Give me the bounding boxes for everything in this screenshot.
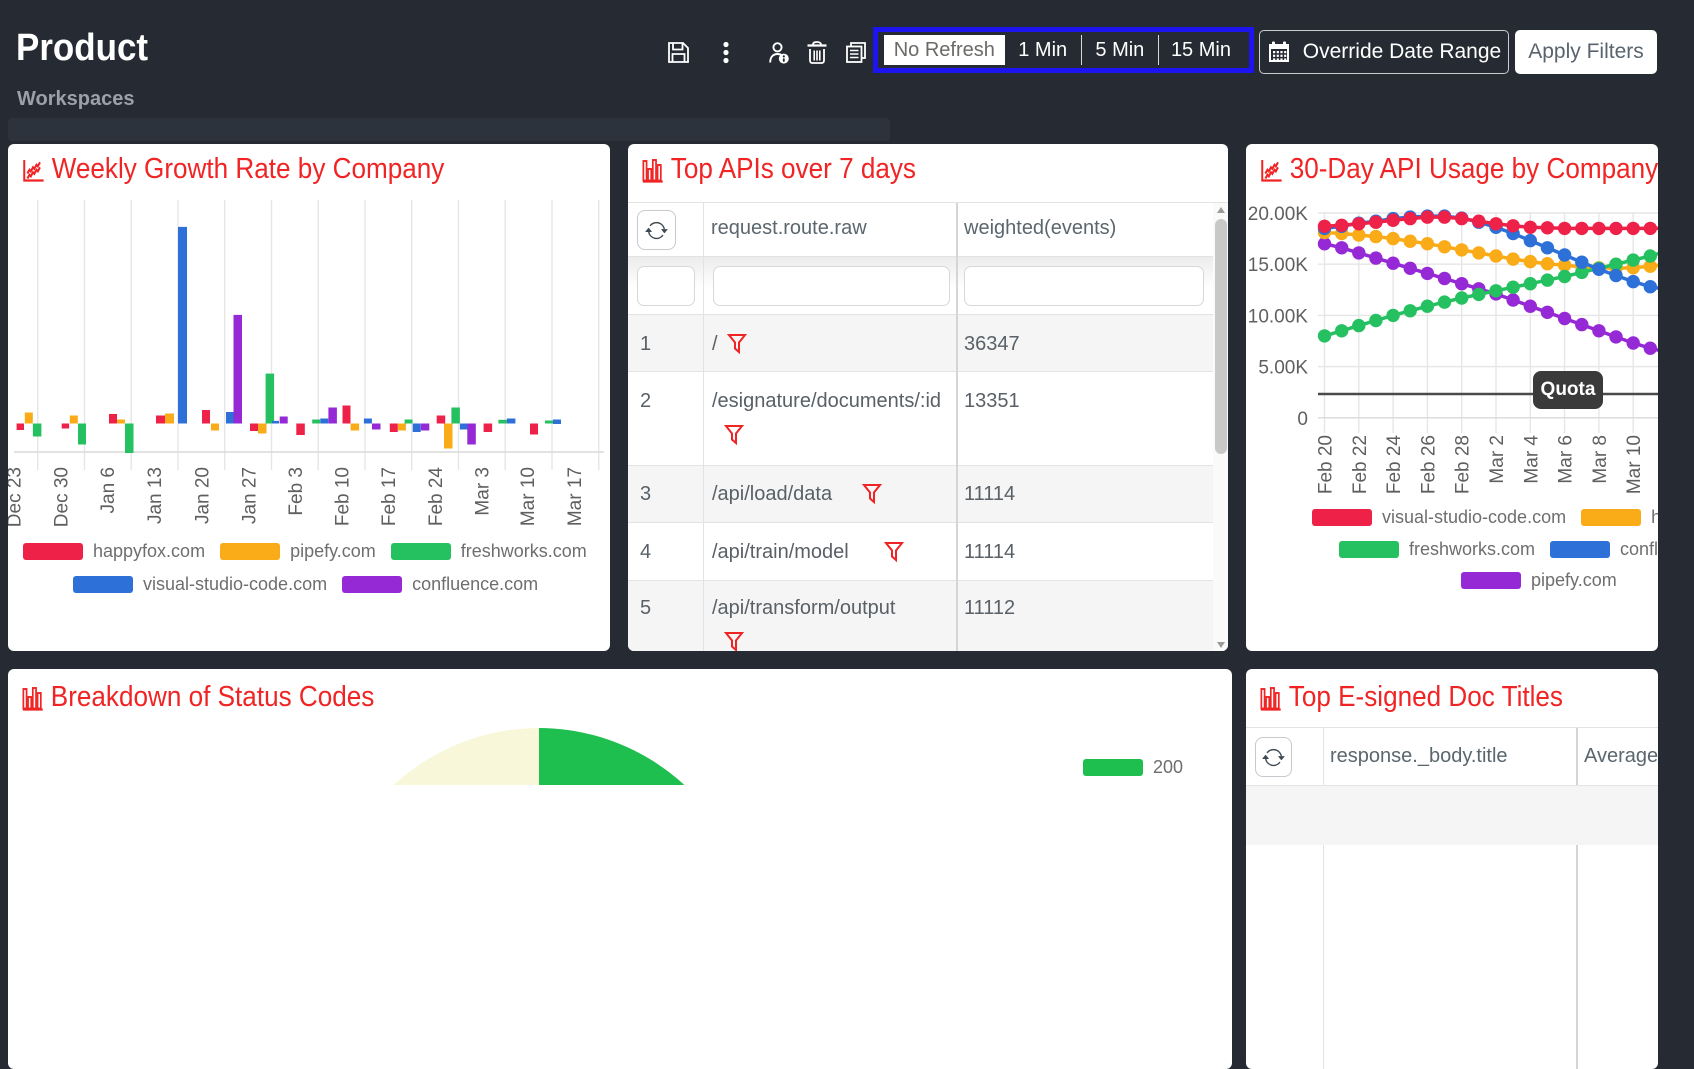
svg-text:Jan 27: Jan 27: [239, 467, 260, 524]
svg-text:Feb 24: Feb 24: [1384, 435, 1405, 495]
svg-text:Mar 8: Mar 8: [1590, 435, 1611, 484]
svg-text:Mar 10: Mar 10: [1624, 435, 1645, 494]
svg-text:Feb 22: Feb 22: [1350, 435, 1371, 494]
svg-text:Mar 2: Mar 2: [1487, 435, 1508, 484]
svg-text:Mar 6: Mar 6: [1556, 435, 1577, 484]
svg-text:Mar 10: Mar 10: [518, 467, 539, 526]
svg-text:Mar 3: Mar 3: [472, 467, 493, 516]
svg-text:20.00K: 20.00K: [1248, 204, 1309, 225]
svg-text:0: 0: [1297, 409, 1308, 430]
svg-text:5.00K: 5.00K: [1258, 358, 1308, 379]
svg-text:Feb 17: Feb 17: [379, 467, 400, 526]
svg-text:10.00K: 10.00K: [1248, 306, 1309, 327]
svg-text:Jan 6: Jan 6: [98, 467, 119, 513]
svg-text:Mar 4: Mar 4: [1521, 435, 1542, 484]
svg-text:Mar 17: Mar 17: [565, 467, 586, 526]
svg-text:Feb 26: Feb 26: [1418, 435, 1439, 494]
svg-text:Dec 30: Dec 30: [52, 467, 73, 527]
svg-text:Jan 13: Jan 13: [145, 467, 166, 524]
svg-text:15.00K: 15.00K: [1248, 255, 1309, 276]
svg-text:Dec 23: Dec 23: [8, 467, 26, 527]
svg-text:Feb 28: Feb 28: [1453, 435, 1474, 494]
svg-text:Feb 3: Feb 3: [286, 467, 307, 516]
svg-text:Jan 20: Jan 20: [192, 467, 213, 524]
svg-text:Feb 20: Feb 20: [1316, 435, 1337, 494]
svg-text:Feb 10: Feb 10: [332, 467, 353, 526]
svg-text:Feb 24: Feb 24: [426, 467, 447, 527]
